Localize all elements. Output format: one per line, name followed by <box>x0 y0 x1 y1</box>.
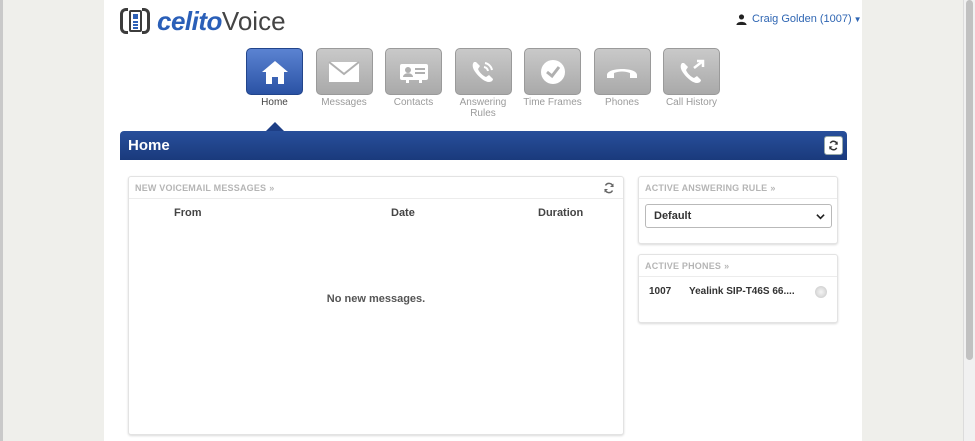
nav-item-contacts[interactable]: Contacts <box>384 48 443 119</box>
answering-rule-select[interactable]: Default <box>645 204 832 228</box>
phone-device: Yealink SIP-T46S 66.... <box>689 286 795 297</box>
column-date[interactable]: Date <box>391 207 415 219</box>
logo[interactable]: celito Voice <box>120 6 286 36</box>
voicemail-refresh-icon[interactable] <box>603 182 615 194</box>
nav-label-phones: Phones <box>605 97 639 108</box>
nav-item-answering-rules[interactable]: Answering Rules <box>454 48 513 119</box>
logo-mark-icon <box>120 7 154 35</box>
nav-item-phones[interactable]: Phones <box>593 48 652 119</box>
column-from[interactable]: From <box>174 207 202 219</box>
logo-text-bold: celito <box>157 5 222 36</box>
nav-item-time-frames[interactable]: Time Frames <box>523 48 582 119</box>
page-title-bar: Home <box>120 131 847 160</box>
phone-status-indicator-icon <box>815 286 827 298</box>
envelope-icon <box>328 60 360 82</box>
phone-row[interactable]: 1007 Yealink SIP-T46S 66.... <box>649 286 795 297</box>
answering-rule-header[interactable]: ACTIVE ANSWERING RULE » <box>639 177 837 199</box>
user-menu[interactable]: Craig Golden (1007) ▼ <box>736 13 862 25</box>
answering-rule-selected: Default <box>654 210 692 222</box>
phone-ringing-icon <box>472 61 493 82</box>
nav-label-contacts: Contacts <box>393 97 434 108</box>
nav-item-call-history[interactable]: Call History <box>662 48 721 119</box>
nav-item-messages[interactable]: Messages <box>315 48 374 119</box>
column-duration[interactable]: Duration <box>538 207 583 219</box>
voicemail-panel-header[interactable]: NEW VOICEMAIL MESSAGES » <box>129 177 623 199</box>
chevron-down-icon: ▼ <box>853 14 862 24</box>
refresh-icon <box>829 140 838 151</box>
voicemail-empty-message: No new messages. <box>326 293 426 305</box>
user-icon <box>736 13 747 25</box>
chevron-down-icon <box>816 214 825 220</box>
page: celito Voice Craig Golden (1007) ▼ Home <box>104 0 862 441</box>
answering-rule-panel: ACTIVE ANSWERING RULE » Default <box>638 176 838 244</box>
nav-item-home[interactable]: Home <box>245 48 304 119</box>
nav-label-messages: Messages <box>321 97 367 108</box>
answering-rule-heading: ACTIVE ANSWERING RULE <box>645 182 768 193</box>
phone-extension: 1007 <box>649 286 672 297</box>
active-phones-heading: ACTIVE PHONES <box>645 260 722 271</box>
main-nav: Home Messages Contacts Answering Rules T… <box>245 48 732 119</box>
page-title: Home <box>128 137 170 154</box>
voicemail-panel: NEW VOICEMAIL MESSAGES » From Date Durat… <box>128 176 624 435</box>
answering-rule-heading-arrows: » <box>770 182 776 193</box>
active-phones-heading-arrows: » <box>724 260 730 271</box>
active-phones-header[interactable]: ACTIVE PHONES » <box>639 255 837 277</box>
clock-icon <box>540 59 565 84</box>
logo-text-light: Voice <box>221 5 286 36</box>
nav-label-home: Home <box>261 97 288 108</box>
nav-label-call-history: Call History <box>665 97 718 108</box>
voicemail-heading-arrows: » <box>269 182 275 193</box>
refresh-button[interactable] <box>824 136 843 155</box>
handset-icon <box>607 68 637 78</box>
home-icon <box>261 60 288 84</box>
scrollbar[interactable] <box>963 0 975 441</box>
call-history-icon <box>680 59 704 83</box>
active-phones-panel: ACTIVE PHONES » 1007 Yealink SIP-T46S 66… <box>638 254 838 323</box>
contact-card-icon <box>399 63 428 83</box>
nav-label-answering-rules: Answering Rules <box>459 97 507 119</box>
scrollbar-thumb[interactable] <box>966 0 973 360</box>
voicemail-table-header: From Date Duration <box>129 199 623 221</box>
user-name: Craig Golden (1007) <box>752 13 852 25</box>
voicemail-heading: NEW VOICEMAIL MESSAGES <box>135 182 267 193</box>
nav-label-time-frames: Time Frames <box>523 97 582 108</box>
window-left-edge <box>0 0 3 441</box>
